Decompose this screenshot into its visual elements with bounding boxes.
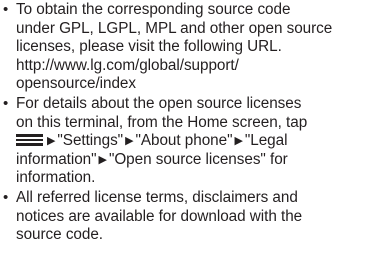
arrow-right-icon: ▶ bbox=[98, 153, 107, 166]
menu-icon bbox=[16, 134, 43, 146]
menu-step-legal-information: information" bbox=[16, 150, 97, 168]
menu-step-legal: "Legal bbox=[244, 132, 288, 150]
bullet-item-license-details: • For details about the open source lice… bbox=[0, 95, 370, 188]
license-notice-document: • To obtain the corresponding source cod… bbox=[0, 0, 370, 245]
text-line: To obtain the corresponding source code bbox=[16, 1, 291, 18]
bullet-item-source-code: • To obtain the corresponding source cod… bbox=[0, 1, 370, 94]
bullet-marker: • bbox=[3, 188, 9, 206]
text-line: on this terminal, from the Home screen, … bbox=[16, 113, 308, 131]
menu-step-open-source-licenses: "Open source licenses" for bbox=[108, 150, 288, 168]
arrow-right-icon: ▶ bbox=[125, 135, 134, 148]
bullet-marker: • bbox=[3, 1, 9, 18]
text-line: notices are available for download with … bbox=[16, 207, 303, 225]
menu-step-settings: "Settings" bbox=[57, 132, 124, 150]
menu-step-about-phone: "About phone" bbox=[135, 132, 233, 150]
url-line: opensource/index bbox=[16, 75, 136, 93]
text-line-with-arrow: information" ▶ "Open source licenses" for bbox=[16, 151, 370, 170]
text-line: information. bbox=[16, 169, 96, 187]
text-line: For details about the open source licens… bbox=[16, 94, 302, 112]
bullet-item-license-terms: • All referred license terms, disclaimer… bbox=[0, 189, 370, 245]
text-line: source code. bbox=[16, 226, 103, 244]
text-line: licenses, please visit the following URL… bbox=[16, 38, 282, 56]
text-line-with-icon: ▶ "Settings" ▶ "About phone" ▶ "Legal bbox=[16, 132, 370, 151]
url-line: http://www.lg.com/global/support/ bbox=[16, 56, 239, 74]
bullet-marker: • bbox=[3, 94, 9, 112]
text-line: All referred license terms, disclaimers … bbox=[16, 188, 298, 206]
text-line: under GPL, LGPL, MPL and other open sour… bbox=[16, 19, 333, 37]
arrow-right-icon: ▶ bbox=[47, 135, 56, 148]
arrow-right-icon: ▶ bbox=[234, 135, 243, 148]
